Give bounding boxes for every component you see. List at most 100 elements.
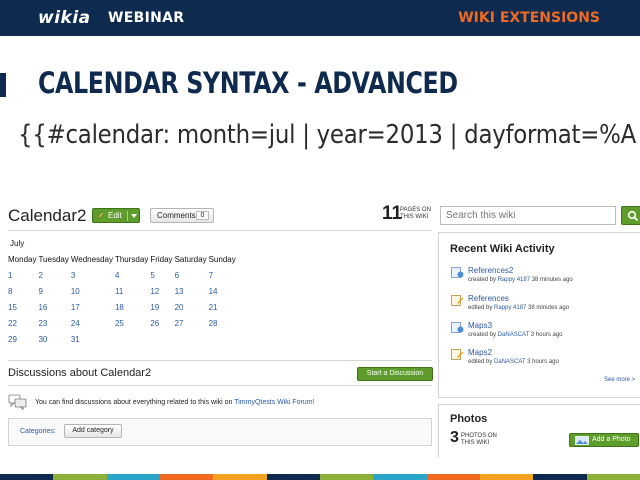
day-link[interactable]: 25 [115, 319, 124, 328]
day-link[interactable]: 1 [8, 271, 12, 280]
footer-stripe [586, 474, 640, 480]
topic-label: WIKI EXTENSIONS [458, 10, 600, 26]
header-divider [8, 230, 432, 231]
recent-activity-panel [438, 232, 640, 398]
add-photo-label: Add a Photo [592, 436, 631, 443]
photo-icon [575, 436, 589, 445]
activity-item-name[interactable]: References [468, 294, 509, 303]
day-link[interactable]: 24 [71, 319, 80, 328]
day-link[interactable]: 5 [150, 271, 154, 280]
wikia-logo: wikia [38, 8, 91, 28]
footer-stripe [53, 474, 107, 480]
activity-user-link[interactable]: Rappy 4187 [494, 305, 526, 311]
activity-time: 3 hours ago [525, 359, 559, 365]
day-link[interactable]: 4 [115, 271, 119, 280]
day-link[interactable]: 27 [175, 319, 184, 328]
week-row: 22 23 24 25 26 27 28 [8, 315, 238, 331]
day-link[interactable]: 8 [8, 287, 12, 296]
activity-user-link[interactable]: DaNASCAT [498, 332, 529, 338]
forum-link[interactable]: TimmyQtests Wiki Forum! [234, 399, 314, 406]
day-link[interactable]: 14 [209, 287, 218, 296]
webinar-label: WEBINAR [108, 10, 185, 26]
day-link[interactable]: 19 [150, 303, 159, 312]
chevron-down-icon[interactable] [131, 214, 137, 218]
weekday-row: Monday Tuesday Wednesday Thursday Friday… [8, 252, 238, 267]
add-photo-button[interactable]: Add a Photo [569, 433, 639, 447]
week-row: 29 30 31 [8, 331, 238, 347]
search-icon [627, 210, 639, 222]
edit-button[interactable]: Edit [92, 208, 140, 223]
title-marker [0, 73, 6, 97]
start-discussion-button[interactable]: Start a Discussion [357, 367, 433, 381]
footer-stripe [426, 474, 480, 480]
calendar-table: Monday Tuesday Wednesday Thursday Friday… [8, 252, 238, 347]
weekday-header: Thursday [114, 255, 149, 264]
see-more-link[interactable]: See more > [604, 377, 635, 383]
week-row: 1 2 3 4 5 6 7 [8, 267, 238, 283]
day-link[interactable]: 17 [71, 303, 80, 312]
photos-count: 3 [450, 429, 459, 446]
comments-count: 0 [196, 211, 209, 220]
weekday-header: Saturday [174, 255, 207, 264]
day-link[interactable]: 10 [71, 287, 80, 296]
activity-action: edited by [468, 359, 495, 365]
activity-time: 38 minutes ago [526, 305, 570, 311]
week-row: 8 9 10 11 12 13 14 [8, 283, 238, 299]
new-page-icon [451, 322, 464, 333]
day-link[interactable]: 3 [71, 271, 75, 280]
day-link[interactable]: 23 [38, 319, 47, 328]
activity-action: created by [468, 332, 498, 338]
activity-time: 3 hours ago [529, 332, 563, 338]
day-link[interactable]: 30 [38, 335, 47, 344]
day-link[interactable]: 2 [38, 271, 42, 280]
search-button[interactable] [621, 206, 640, 225]
edit-label: Edit [108, 211, 122, 220]
discussions-text-body: You can find discussions about everythin… [35, 399, 235, 406]
day-link[interactable]: 29 [8, 335, 17, 344]
footer-stripe [159, 474, 214, 480]
day-link[interactable]: 28 [209, 319, 218, 328]
day-link[interactable]: 7 [209, 271, 213, 280]
slide-title: CALENDAR SYNTAX - ADVANCED [38, 66, 458, 100]
activity-user-link[interactable]: DaNASCAT [494, 359, 525, 365]
day-link[interactable]: 20 [175, 303, 184, 312]
day-link[interactable]: 9 [38, 287, 42, 296]
activity-action: edited by [468, 305, 495, 311]
day-link[interactable]: 22 [8, 319, 17, 328]
day-link[interactable]: 18 [115, 303, 124, 312]
weekday-header: Wednesday [70, 255, 113, 264]
photos-label: PHOTOS ON THIS WIKI [461, 433, 497, 446]
activity-time: 38 minutes ago [530, 277, 573, 283]
day-link[interactable]: 6 [175, 271, 179, 280]
day-link[interactable]: 11 [115, 287, 123, 296]
day-link[interactable]: 12 [150, 287, 159, 296]
weekday-header: Tuesday [38, 255, 69, 264]
activity-item-name[interactable]: Maps3 [468, 321, 492, 330]
day-link[interactable]: 13 [175, 287, 184, 296]
discussions-divider [8, 385, 432, 386]
search-input[interactable] [440, 206, 616, 225]
footer-stripe [266, 474, 320, 480]
activity-item-meta: created by Rappy 4187 38 minutes ago [468, 277, 573, 283]
weekday-header: Monday [8, 255, 37, 264]
add-category-button[interactable]: Add category [64, 424, 122, 438]
weekday-header: Sunday [208, 255, 236, 264]
footer-stripe [479, 474, 534, 480]
day-link[interactable]: 21 [209, 303, 218, 312]
discussions-text: You can find discussions about everythin… [35, 399, 314, 406]
activity-action: created by [468, 277, 498, 283]
day-link[interactable]: 16 [38, 303, 47, 312]
week-row: 15 16 17 18 19 20 21 [8, 299, 238, 315]
day-link[interactable]: 26 [150, 319, 159, 328]
categories-label[interactable]: Categories: [20, 428, 56, 435]
discussions-top-divider [8, 360, 432, 361]
comments-button[interactable]: Comments 0 [150, 208, 214, 223]
footer-stripe [0, 474, 54, 480]
day-link[interactable]: 15 [8, 303, 17, 312]
activity-item-name[interactable]: Maps2 [468, 348, 492, 357]
activity-user-link[interactable]: Rappy 4187 [498, 277, 530, 283]
activity-item-name[interactable]: References2 [468, 266, 513, 275]
pages-label: PAGES ON THIS WIKI [400, 207, 431, 220]
day-link[interactable]: 31 [71, 335, 80, 344]
footer-stripe [533, 474, 587, 480]
